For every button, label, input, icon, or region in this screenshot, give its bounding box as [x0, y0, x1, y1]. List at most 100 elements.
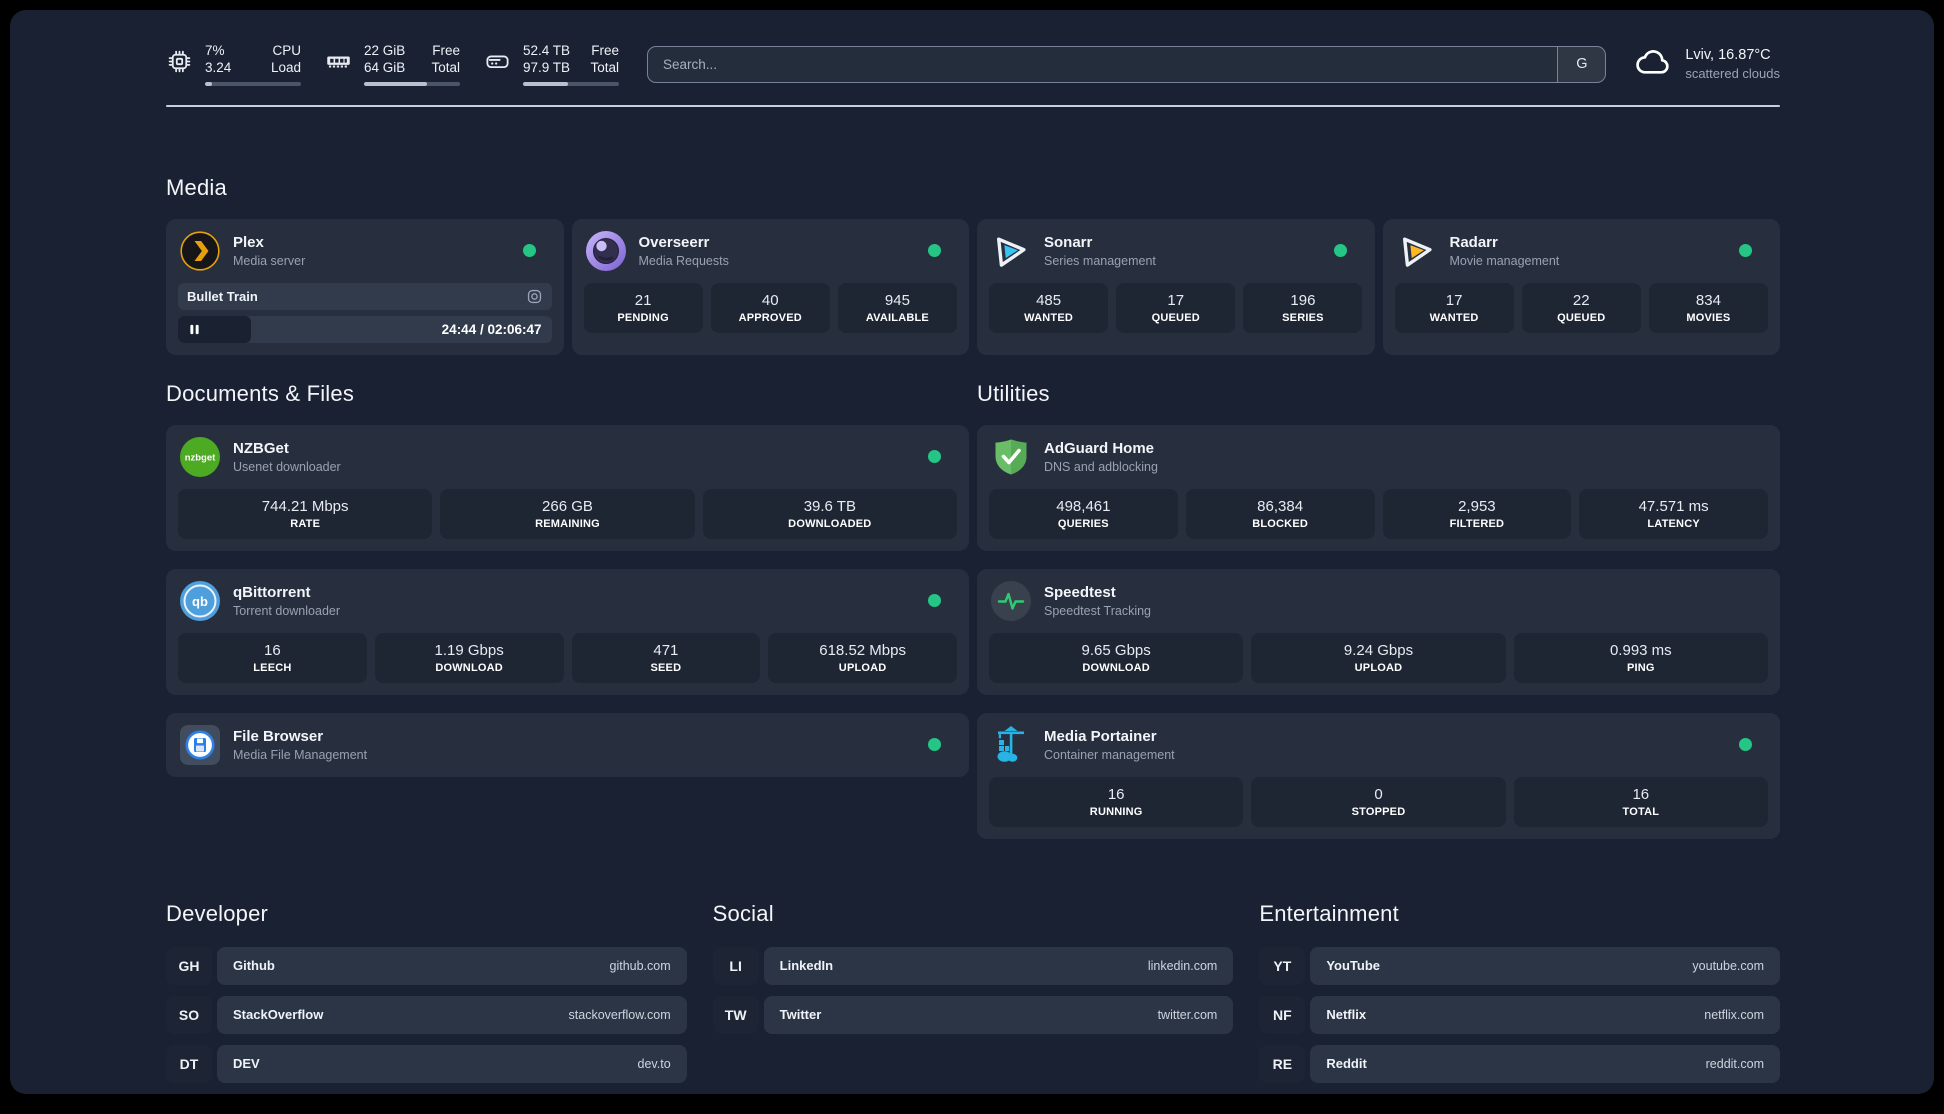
app-stats-row: 498,461 QUERIES 86,384 BLOCKED 2,953 FILTERED… [977, 488, 1780, 551]
stat-tile-label: WANTED [1429, 311, 1479, 324]
bookmark-link-netflix[interactable]: NF Netflix netflix.com [1259, 995, 1780, 1034]
stat-progress-track [364, 82, 460, 86]
bookmark-abbr-badge: YT [1259, 946, 1306, 985]
status-dot-online [1739, 244, 1752, 257]
app-card-plex[interactable]: Plex Media server Bullet Train 24:44 / 02:0… [166, 218, 564, 355]
bookmark-group-entertainment: Entertainment YT YouTube youtube.com NF Netfl… [1259, 901, 1780, 1083]
app-card-portainer[interactable]: Media Portainer Container management 16 RUN… [977, 712, 1780, 839]
disk-icon [484, 48, 511, 80]
stat-tile-seed: 471 SEED [571, 632, 761, 683]
stat-tile-stopped: 0 STOPPED [1251, 776, 1506, 827]
section-title-media: Media [166, 174, 227, 200]
app-card-titles: Speedtest Speedtest Tracking [1044, 583, 1151, 619]
two-column-area: Documents & Files nzbget NZBGet Usenet dow… [166, 381, 1780, 839]
app-stats-row: 16 LEECH 1.19 Gbps DOWNLOAD 471 SEED 618.52 Mb… [166, 632, 969, 695]
app-card-titles: Radarr Movie management [1450, 233, 1560, 269]
app-card-filebrowser[interactable]: File Browser Media File Management [166, 712, 969, 777]
stat-tile-label: LEECH [253, 661, 292, 674]
stat-tile-label: RATE [290, 517, 321, 530]
app-stats-row: 9.65 Gbps DOWNLOAD 9.24 Gbps UPLOAD 0.993 ms… [977, 632, 1780, 695]
bookmark-name: Github [233, 958, 275, 973]
stat-tile-value: 485 [1036, 291, 1062, 309]
app-name: AdGuard Home [1044, 439, 1155, 457]
stat-tile-ping: 0.993 ms PING [1513, 632, 1768, 683]
bookmark-link-stackoverflow[interactable]: SO StackOverflow stackoverflow.com [166, 995, 687, 1034]
bookmarks-area: Developer GH Github github.com SO StackOverfl… [166, 901, 1780, 1083]
bookmark-link-linkedin[interactable]: LI LinkedIn linkedin.com [712, 946, 1234, 985]
system-stat-body: 7% CPU 3.24 Load [205, 42, 301, 86]
stat-label: Free [432, 43, 460, 58]
pause-button[interactable] [189, 324, 200, 335]
app-card-header: Radarr Movie management [1383, 219, 1781, 283]
playback-time: 24:44 / 02:06:47 [441, 321, 542, 337]
app-card-radarr[interactable]: Radarr Movie management 17 WANTED 22 QUEUED 83… [1382, 218, 1781, 355]
stat-value: 3.24 [205, 60, 232, 75]
app-name: qBittorrent [233, 583, 311, 601]
app-name: Sonarr [1044, 233, 1093, 251]
stat-tile-available: 945 AVAILABLE [837, 282, 957, 333]
stat-tile-upload: 9.24 Gbps UPLOAD [1251, 632, 1506, 683]
app-card-nzbget[interactable]: nzbget NZBGet Usenet downloader 744.21 Mbps… [166, 424, 969, 551]
app-name: NZBGet [233, 439, 289, 457]
stat-tile-label: QUERIES [1057, 517, 1109, 530]
stat-progress-fill [523, 82, 569, 86]
overseerr-icon [585, 230, 626, 271]
stat-tile-label: FILTERED [1449, 517, 1505, 530]
stat-tile-value: 1.19 Gbps [434, 641, 504, 659]
system-stat-disk: 52.4 TB Free 97.9 TB Total [484, 42, 619, 86]
stat-tile-label: LATENCY [1647, 517, 1700, 530]
app-subtitle: Media Requests [638, 253, 729, 268]
stat-tile-label: UPLOAD [1354, 661, 1403, 674]
app-card-sonarr[interactable]: Sonarr Series management 485 WANTED 17 QUEUED… [977, 218, 1375, 355]
stat-progress-fill [364, 82, 428, 86]
stat-label: Load [270, 60, 301, 75]
app-card-qbittorrent[interactable]: qb qBittorrent Torrent downloader 16 LEECH 1.… [166, 568, 969, 695]
stat-tile-queued: 22 QUEUED [1521, 282, 1641, 333]
app-subtitle: Movie management [1449, 253, 1560, 268]
bookmark-rows: YT YouTube youtube.com NF Netflix netflix.com… [1259, 946, 1780, 1083]
app-card-titles: AdGuard Home DNS and adblocking [1044, 439, 1158, 475]
bookmark-link-twitter[interactable]: TW Twitter twitter.com [712, 995, 1234, 1034]
stat-tile-total: 16 TOTAL [1513, 776, 1768, 827]
bookmark-abbr-badge: LI [712, 946, 759, 985]
app-stats-row: 17 WANTED 22 QUEUED 834 MOVIES [1383, 282, 1781, 345]
bookmark-abbr-badge: RE [1259, 1044, 1306, 1083]
app-card-overseerr[interactable]: Overseerr Media Requests 21 PENDING 40 APPROV… [571, 218, 969, 355]
system-stats: 7% CPU 3.24 Load 22 GiB Free 64 GiB Total 52.4 T… [166, 42, 619, 86]
cloud-icon [1634, 43, 1672, 86]
bookmark-link-youtube[interactable]: YT YouTube youtube.com [1259, 946, 1780, 985]
system-stat-ram: 22 GiB Free 64 GiB Total [325, 42, 460, 86]
app-subtitle: Torrent downloader [233, 603, 341, 618]
status-dot-online [1739, 738, 1752, 751]
bookmark-group-title: Social [712, 900, 774, 926]
bookmark-link-reddit[interactable]: RE Reddit reddit.com [1259, 1044, 1780, 1083]
bookmark-name: Reddit [1326, 1056, 1367, 1071]
app-card-titles: NZBGet Usenet downloader [233, 439, 341, 475]
top-bar: 7% CPU 3.24 Load 22 GiB Free 64 GiB Total 52.4 T… [166, 40, 1780, 88]
stat-tile-value: 834 [1695, 291, 1721, 309]
app-card-header: Speedtest Speedtest Tracking [977, 569, 1780, 633]
stat-tile-value: 17 [1445, 291, 1463, 309]
stat-tile-value: 39.6 TB [803, 497, 856, 515]
search-engine-button[interactable]: G [1557, 46, 1606, 82]
stat-tile-label: DOWNLOADED [788, 517, 872, 530]
app-card-speedtest[interactable]: Speedtest Speedtest Tracking 9.65 Gbps DOWN… [977, 568, 1780, 695]
stat-tile-label: PENDING [617, 311, 669, 324]
stat-tile-wanted: 17 WANTED [1394, 282, 1514, 333]
bookmark-link-dev[interactable]: DT DEV dev.to [166, 1044, 687, 1083]
stat-tile-queries: 498,461 QUERIES [989, 488, 1178, 539]
bookmark-link-github[interactable]: GH Github github.com [166, 946, 687, 985]
stat-value: 22 GiB [364, 43, 406, 58]
app-card-adguard[interactable]: AdGuard Home DNS and adblocking 498,461 QUE… [977, 424, 1780, 551]
app-name: Overseerr [638, 233, 710, 251]
bookmark-abbr-badge: TW [712, 995, 759, 1034]
stat-tile-value: 47.571 ms [1638, 497, 1709, 515]
status-dot-online [928, 450, 941, 463]
search-input[interactable] [648, 46, 1558, 82]
bookmark-bar: Twitter twitter.com [763, 995, 1234, 1034]
bookmark-bar: Netflix netflix.com [1310, 995, 1780, 1034]
stat-tile-value: 16 [1632, 785, 1650, 803]
bookmark-bar: Github github.com [217, 946, 687, 985]
stat-tile-value: 471 [653, 641, 679, 659]
stat-tile-label: QUEUED [1151, 311, 1200, 324]
